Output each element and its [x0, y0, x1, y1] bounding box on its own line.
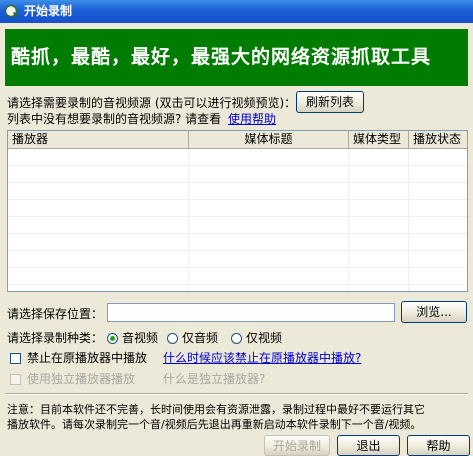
window-title: 开始录制 [24, 4, 73, 18]
notice-line-1: 注意：目前本软件还不完善，长时间使用会有资源泄露，录制过程中最好不要运行其它 [7, 403, 425, 416]
standalone-player-checkbox[interactable] [10, 374, 21, 385]
standalone-player-help-link: 什么是独立播放器? [163, 372, 266, 386]
grid-line [8, 250, 467, 251]
column-header-player[interactable]: 播放器 [8, 131, 189, 148]
title-bar[interactable]: 开始录制 [0, 0, 473, 23]
no-play-help-link[interactable]: 什么时候应该禁止在原播放器中播放? [163, 351, 361, 365]
usage-help-link[interactable]: 使用帮助 [228, 112, 276, 126]
banner: 酷抓，最酷，最好，最强大的网络资源抓取工具 [5, 29, 468, 86]
refresh-list-button[interactable]: 刷新列表 [296, 91, 364, 113]
column-header-type[interactable]: 媒体类型 [349, 131, 409, 148]
source-table[interactable]: 播放器 媒体标题 媒体类型 播放状态 [7, 130, 468, 292]
no-play-label[interactable]: 禁止在原播放器中播放 [27, 351, 147, 365]
no-play-checkbox[interactable] [10, 353, 21, 364]
save-location-label: 请选择保存位置： [7, 307, 104, 321]
record-type-label: 请选择录制种类： [7, 331, 104, 345]
grid-line [8, 165, 467, 166]
radio-video-only[interactable] [231, 333, 242, 344]
column-header-status[interactable]: 播放状态 [409, 131, 467, 148]
source-prompt: 请选择需要录制的音视频源 (双击可以进行视频预览)： [7, 96, 297, 110]
grid-line [8, 182, 467, 183]
grid-line [8, 216, 467, 217]
grid-line [408, 149, 409, 291]
notice-line-2: 播放软件。请每次录制完一个音/视频后先退出再重新启动本软件录制下一个音/视频。 [7, 418, 422, 431]
grid-line [8, 199, 467, 200]
column-header-title[interactable]: 媒体标题 [189, 131, 349, 148]
missing-source-prompt: 列表中没有想要录制的音视频源? 请查看 [7, 112, 222, 126]
grid-line [8, 284, 467, 285]
start-record-button[interactable]: 开始录制 [264, 435, 330, 456]
browse-button[interactable]: 浏览... [401, 301, 467, 323]
help-button[interactable]: 帮助 [407, 435, 470, 456]
radio-audio-only[interactable] [167, 333, 178, 344]
app-icon [4, 4, 18, 18]
grid-line [188, 149, 189, 291]
grid-line [348, 149, 349, 291]
standalone-player-label: 使用独立播放器播放 [27, 372, 136, 386]
grid-line [8, 267, 467, 268]
radio-audio-only-label[interactable]: 仅音频 [182, 331, 218, 345]
exit-button[interactable]: 退出 [337, 435, 400, 456]
radio-video-only-label[interactable]: 仅视频 [246, 331, 282, 345]
radio-audio-video-label[interactable]: 音视频 [122, 331, 158, 345]
radio-audio-video[interactable] [107, 333, 118, 344]
divider [5, 393, 468, 395]
table-header: 播放器 媒体标题 媒体类型 播放状态 [8, 131, 467, 149]
save-path-input[interactable] [107, 303, 395, 322]
grid-line [8, 233, 467, 234]
